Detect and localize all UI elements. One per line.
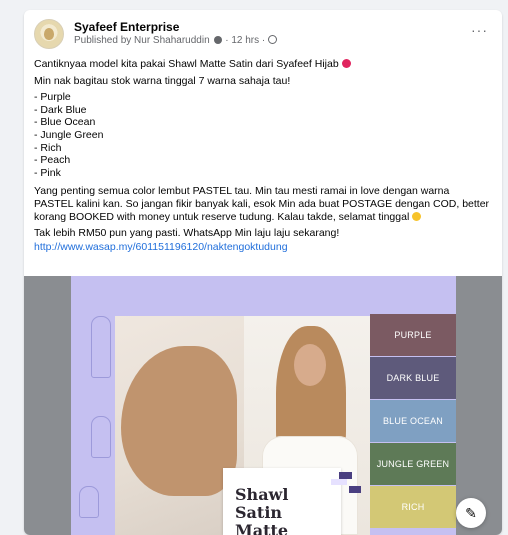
swatch-dark-blue: DARK BLUE (370, 357, 456, 399)
more-horizontal-icon[interactable]: ··· (471, 22, 488, 38)
post-header: Syafeef Enterprise Published by Nur Shah… (34, 19, 492, 53)
accent-bar (339, 472, 352, 479)
accent-bar (331, 479, 347, 485)
page-name[interactable]: Syafeef Enterprise (74, 20, 179, 34)
poster-title: Shawl Satin Matte (235, 485, 289, 535)
swatch-jungle-green: JUNGLE GREEN (370, 443, 456, 485)
swatch-blue-ocean: BLUE OCEAN (370, 400, 456, 442)
post-time[interactable]: · 12 hrs · (225, 35, 265, 46)
color-swatches: PURPLE DARK BLUE BLUE OCEAN JUNGLE GREEN… (370, 314, 456, 535)
post-card: Syafeef Enterprise Published by Nur Shah… (24, 10, 502, 535)
heart-eyes-emoji-icon (341, 59, 351, 68)
ornament-lantern-icon (79, 486, 99, 518)
product-poster: Shawl Satin Matte PURPLE DARK BLUE BLUE … (71, 276, 456, 535)
published-by[interactable]: Published by Nur Shaharuddin (74, 35, 210, 46)
color-list-item: - Dark Blue (34, 103, 87, 116)
caption-line2: Min nak bagitau stok warna tinggal 7 war… (34, 74, 291, 87)
caption-cta: Tak lebih RM50 pun yang pasti. WhatsApp … (34, 227, 340, 240)
color-list-item: - Rich (34, 141, 62, 154)
swatch-rich: RICH (370, 486, 456, 528)
winking-tongue-emoji-icon (412, 211, 422, 221)
edit-button[interactable]: ✎ (456, 498, 486, 528)
accent-bar (349, 486, 361, 493)
color-list-item: - Peach (34, 154, 71, 167)
post-meta: Published by Nur Shaharuddin · 12 hrs · (74, 35, 278, 46)
color-list-item: - Pink (34, 166, 61, 179)
edit-icon: ✎ (465, 504, 477, 521)
swatch-purple: PURPLE (370, 314, 456, 356)
ornament-lantern-icon (91, 316, 111, 378)
image-left-border (24, 276, 71, 535)
color-list-item: - Jungle Green (34, 128, 104, 141)
globe-icon (268, 35, 278, 44)
scarf-shape (121, 346, 237, 496)
post-caption: Cantiknyaa model kita pakai Shawl Matte … (34, 58, 490, 257)
post-image[interactable]: Shawl Satin Matte PURPLE DARK BLUE BLUE … (24, 276, 502, 535)
color-list-item: - Purple (34, 91, 71, 104)
poster-title-box: Shawl Satin Matte (223, 468, 341, 535)
color-list: - Purple - Dark Blue - Blue Ocean - Jung… (34, 91, 490, 179)
info-icon (214, 36, 223, 44)
ornament-lantern-icon (91, 416, 111, 458)
image-right-border (456, 276, 502, 535)
whatsapp-link[interactable]: http://www.wasap.my/601151196120/nakteng… (34, 241, 288, 253)
model-face-shape (294, 344, 326, 386)
page-avatar[interactable] (34, 19, 64, 49)
caption-line1: Cantiknyaa model kita pakai Shawl Matte … (34, 58, 339, 70)
color-list-item: - Blue Ocean (34, 116, 96, 129)
